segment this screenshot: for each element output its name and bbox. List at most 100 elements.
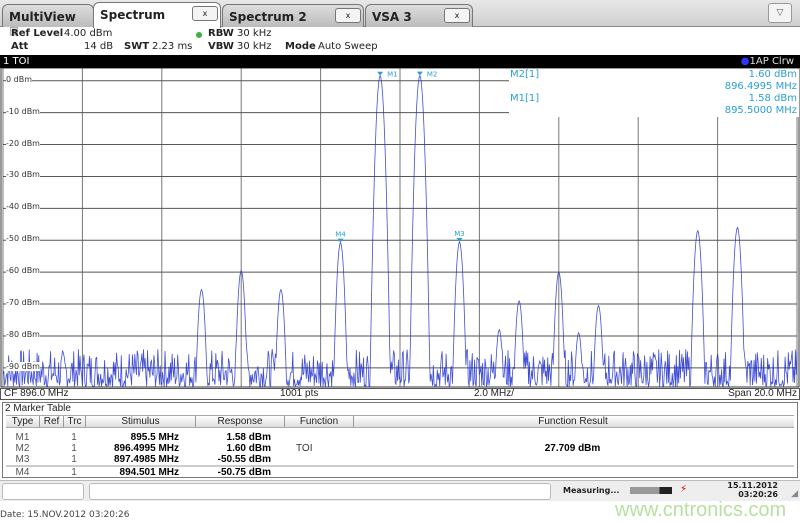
tab-spectrum[interactable]: Spectrum x: [93, 2, 221, 28]
m2-level: 1.60 dBm: [748, 69, 797, 80]
measuring-status: Measuring...: [563, 486, 620, 495]
tab-label: Spectrum: [100, 8, 166, 22]
y-tick-label: -50 dBm: [6, 234, 40, 244]
cell-function: TOI: [296, 443, 313, 454]
rbw-label: RBW: [208, 28, 234, 39]
m2-label: M2[1]: [510, 69, 540, 80]
watermark: www.cntronics.com: [615, 499, 787, 521]
tab-vsa-3[interactable]: VSA 3 x: [365, 4, 473, 27]
marker-table-title: 2 Marker Table: [5, 403, 71, 414]
tab-bar: MultiView ⊞ Spectrum x Spectrum 2 x VSA 3 x…: [0, 0, 800, 38]
mode-label: Mode: [285, 41, 316, 52]
cell-trc: 1: [71, 432, 77, 443]
col-stimulus: Stimulus: [85, 416, 195, 427]
remote-icon: ⚡: [680, 484, 688, 495]
y-tick-label: 0 dBm: [6, 74, 32, 84]
status-date: 15.11.2012: [727, 481, 778, 490]
tab-spectrum-2[interactable]: Spectrum 2 x: [222, 4, 364, 27]
cell-response: -50.75 dBm: [217, 467, 271, 478]
marker-m2-icon: [416, 71, 423, 76]
cell-response: -50.55 dBm: [217, 454, 271, 465]
resize-grip-icon[interactable]: ◢: [791, 489, 798, 499]
marker-table-header: Type Ref Trc Stimulus Response Function …: [6, 415, 794, 428]
swt-value: 2.23 ms: [152, 41, 193, 52]
m1-label: M1[1]: [510, 93, 540, 104]
status-field-2: [89, 483, 551, 500]
m1-frequency: 895.5000 MHz: [724, 105, 797, 116]
settings-panel: Ref Level 4.00 dBm Att 14 dB SWT 2.23 ms…: [0, 27, 800, 55]
m2-frequency: 896.4995 MHz: [724, 81, 797, 92]
y-tick-label: -40 dBm: [6, 202, 40, 212]
cell-type: M4: [15, 467, 30, 478]
cell-trc: 1: [71, 443, 77, 454]
cell-type: M1: [15, 432, 30, 443]
span: Span 20.0 MHz: [728, 388, 797, 399]
window-title-bar: 1 TOI ●1AP Clrw: [0, 55, 800, 68]
rbw-indicator-icon: [196, 32, 202, 38]
cell-trc: 1: [71, 467, 77, 478]
close-icon[interactable]: x: [335, 8, 361, 23]
chevron-down-icon[interactable]: ▽: [768, 3, 792, 23]
col-type: Type: [11, 416, 34, 427]
ref-level-value: 4.00 dBm: [64, 28, 113, 39]
status-bar: Measuring... ⚡ 15.11.2012 03:20:26 ◢: [0, 480, 800, 501]
col-function-result: Function Result: [353, 416, 792, 427]
marker-m2-label: M2: [427, 71, 438, 79]
cell-result: 27.709 dBm: [544, 443, 601, 454]
tab-multiview[interactable]: MultiView ⊞: [2, 4, 94, 38]
cell-stimulus: 895.5 MHz: [130, 432, 179, 443]
rbw-value: 30 kHz: [237, 28, 272, 39]
close-icon[interactable]: x: [192, 6, 218, 21]
swt-label: SWT: [124, 41, 150, 52]
frequency-axis-bar: CF 896.0 MHz 1001 pts 2.0 MHz/ Span 20.0…: [0, 388, 800, 400]
status-datetime: 15.11.2012 03:20:26: [727, 481, 778, 499]
cell-response: 1.58 dBm: [226, 432, 271, 443]
col-function: Function: [284, 416, 353, 427]
window-title: 1 TOI: [3, 56, 30, 67]
trace-mode: 1AP Clrw: [749, 56, 794, 67]
vbw-value: 30 kHz: [237, 41, 272, 52]
status-field-1: [2, 483, 84, 500]
close-icon[interactable]: x: [444, 8, 470, 23]
frequency-per-division: 2.0 MHz/: [474, 388, 515, 399]
y-tick-label: -70 dBm: [6, 298, 40, 308]
status-time: 03:20:26: [738, 490, 778, 499]
capture-date: Date: 15.NOV.2012 03:20:26: [0, 510, 130, 520]
marker-table: 2 Marker Table Type Ref Trc Stimulus Res…: [2, 402, 798, 478]
marker-m1-icon: [377, 71, 384, 76]
cell-stimulus: 894.501 MHz: [119, 467, 179, 478]
marker-m3-label: M3: [454, 230, 465, 238]
marker-table-row[interactable]: M4 1 894.501 MHz -50.75 dBm: [6, 465, 794, 478]
cell-response: 1.60 dBm: [226, 443, 271, 454]
y-tick-label: -10 dBm: [6, 106, 40, 116]
y-tick-label: -20 dBm: [6, 138, 40, 148]
ref-level-label: Ref Level: [11, 28, 64, 39]
center-frequency: CF 896.0 MHz: [4, 388, 69, 399]
sweep-points: 1001 pts: [280, 388, 319, 399]
y-tick-label: -80 dBm: [6, 329, 40, 339]
cell-type: M3: [15, 454, 30, 465]
marker-m4-label: M4: [335, 231, 346, 239]
cell-stimulus: 896.4995 MHz: [113, 443, 179, 454]
cell-type: M2: [15, 443, 30, 454]
cell-stimulus: 897.4985 MHz: [113, 454, 179, 465]
col-response: Response: [195, 416, 284, 427]
y-tick-label: -60 dBm: [6, 266, 40, 276]
tab-label: Spectrum 2: [229, 10, 307, 24]
col-trc: Trc: [63, 416, 85, 427]
vbw-label: VBW: [208, 41, 234, 52]
marker-info-box: M2[1] 1.60 dBm 896.4995 MHz M1[1] 1.58 d…: [509, 69, 799, 117]
att-label: Att: [11, 41, 29, 52]
att-value: 14 dB: [84, 41, 114, 52]
tab-label: VSA 3: [372, 10, 412, 24]
m1-level: 1.58 dBm: [748, 93, 797, 104]
mode-value: Auto Sweep: [318, 41, 378, 52]
progress-icon: [630, 487, 672, 494]
trace-indicator-icon: ●: [740, 56, 750, 67]
tab-label: MultiView: [9, 10, 76, 24]
marker-m1-label: M1: [387, 71, 398, 79]
y-tick-label: -90 dBm: [6, 361, 40, 371]
col-ref: Ref: [39, 416, 63, 427]
cell-trc: 1: [71, 454, 77, 465]
y-tick-label: -30 dBm: [6, 170, 40, 180]
